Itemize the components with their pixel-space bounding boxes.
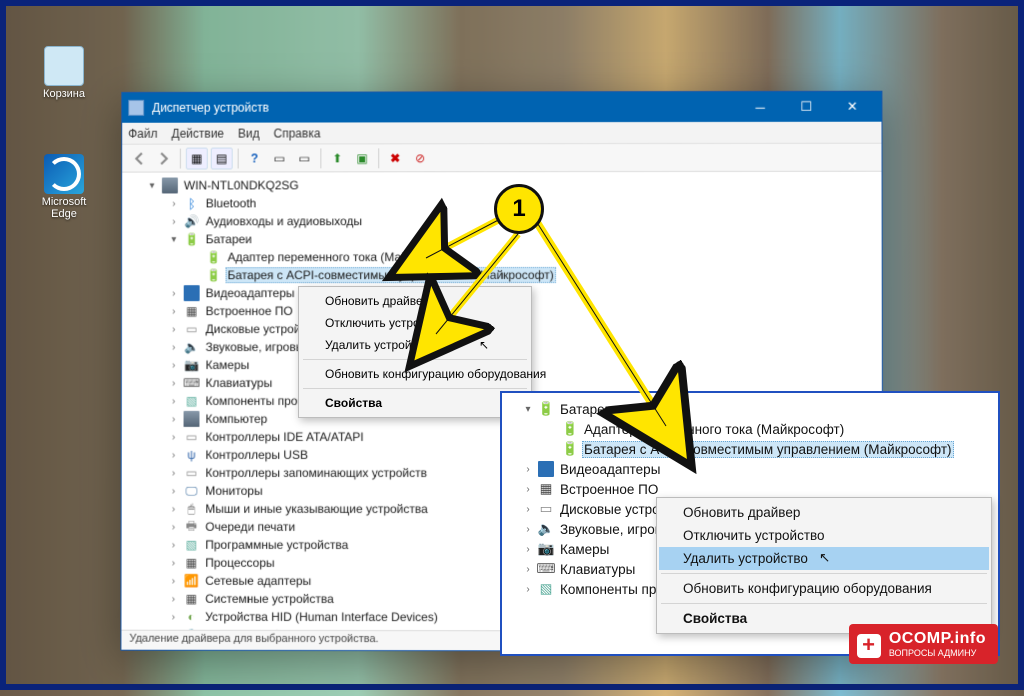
uninstall-icon[interactable]: ✖	[384, 147, 406, 169]
overlay-panel: ▾🔋Батареи 🔋Адаптер переменного тока (Май…	[500, 391, 1000, 656]
battery-icon: 🔋	[562, 421, 578, 437]
watermark: + OCOMP.info ВОПРОСЫ АДМИНУ	[849, 624, 998, 664]
tree-item-acpi-battery[interactable]: 🔋Батарея с ACPI-совместимым управлением …	[506, 439, 998, 459]
battery-icon: 🔋	[206, 249, 222, 265]
battery-icon: 🔋	[184, 231, 200, 247]
computer-icon	[184, 411, 200, 427]
edge-icon	[44, 154, 84, 194]
cpu-icon: ▦	[183, 555, 199, 571]
keyboard-icon: ⌨	[184, 375, 200, 391]
titlebar[interactable]: Диспетчер устройств ─ ☐ ✕	[122, 92, 881, 123]
toolbar-icon[interactable]: ▭	[293, 147, 315, 169]
desktop-icon-recycle-bin[interactable]: Корзина	[28, 46, 100, 100]
cursor-icon: ↖	[479, 338, 489, 352]
minimize-button[interactable]: ─	[737, 92, 783, 122]
help-icon[interactable]: ?	[244, 147, 266, 169]
tree-item-batteries[interactable]: ▾🔋Батареи	[124, 230, 880, 249]
audio-icon: 🔊	[184, 213, 200, 229]
hid-icon: ◐	[183, 609, 199, 625]
ide-icon: ▭	[184, 429, 200, 445]
sound-icon: 🔈	[184, 339, 200, 355]
context-menu: Обновить драйвер Отключить устройство Уд…	[298, 286, 532, 418]
watermark-main: OCOMP.info	[889, 630, 986, 647]
software-icon: ▧	[184, 393, 200, 409]
menu-item-scan-hardware[interactable]: Обновить конфигурацию оборудования	[659, 577, 989, 600]
bluetooth-icon: ᛒ	[184, 195, 200, 211]
plus-icon: +	[857, 634, 881, 658]
keyboard-icon: ⌨	[538, 561, 554, 577]
disk-icon: ▭	[184, 321, 200, 337]
update-driver-icon[interactable]: ⬆	[326, 147, 348, 169]
storage-icon: ▭	[183, 465, 199, 481]
disable-icon[interactable]: ⊘	[409, 147, 431, 169]
maximize-button[interactable]: ☐	[783, 92, 829, 122]
tree-item-firmware[interactable]: ›▦Встроенное ПО	[506, 479, 998, 499]
computer-icon	[162, 178, 178, 194]
network-icon: 📶	[183, 573, 199, 589]
tree-item-acpi-battery[interactable]: 🔋Батарея с ACPI-совместимым управлением …	[124, 266, 880, 284]
callout-badge: 1	[494, 184, 544, 234]
sound-icon: 🔈	[538, 521, 554, 537]
usb-icon: ψ	[183, 447, 199, 463]
toolbar-icon[interactable]: ▦	[186, 147, 208, 169]
window-title: Диспетчер устройств	[152, 100, 737, 115]
back-button[interactable]	[128, 147, 150, 169]
toolbar: ▦ ▤ ? ▭ ▭ ⬆ ▣ ✖ ⊘	[122, 144, 881, 173]
battery-icon: 🔋	[206, 267, 222, 283]
menu-item-disable-device[interactable]: Отключить устройство	[659, 524, 989, 547]
battery-icon: 🔋	[562, 441, 578, 457]
display-adapter-icon	[538, 461, 554, 477]
battery-icon: 🔋	[538, 401, 554, 417]
cursor-icon: ↖	[819, 550, 830, 566]
mouse-icon: 🖱	[183, 501, 199, 517]
menu-help[interactable]: Справка	[274, 126, 321, 140]
close-button[interactable]: ✕	[829, 92, 875, 122]
menu-item-properties[interactable]: Свойства	[301, 392, 529, 414]
display-adapter-icon	[184, 285, 200, 301]
menu-item-update-driver[interactable]: Обновить драйвер	[301, 290, 529, 312]
firmware-icon: ▦	[184, 303, 200, 319]
camera-icon: 📷	[538, 541, 554, 557]
menu-item-update-driver[interactable]: Обновить драйвер	[659, 501, 989, 524]
menu-file[interactable]: Файл	[128, 126, 157, 140]
toolbar-icon[interactable]: ▭	[269, 147, 291, 169]
menu-action[interactable]: Действие	[171, 126, 224, 140]
tree-item-ac-adapter[interactable]: 🔋Адаптер переменного тока (Майкрософт)	[506, 419, 998, 439]
tree-item-video[interactable]: ›Видеоадаптеры	[506, 459, 998, 479]
menu-item-remove-device[interactable]: Удалить устройство↖	[659, 547, 989, 570]
menu-item-disable-device[interactable]: Отключить устройство	[301, 312, 529, 334]
desktop-icon-label: Корзина	[43, 88, 85, 100]
system-icon: ▦	[183, 591, 199, 607]
disk-icon: ▭	[538, 501, 554, 517]
toolbar-icon[interactable]: ▤	[211, 147, 233, 169]
context-menu-overlay: Обновить драйвер Отключить устройство Уд…	[656, 497, 992, 634]
monitor-icon: 🖵	[183, 483, 199, 499]
menu-bar: Файл Действие Вид Справка	[122, 122, 881, 145]
menu-item-scan-hardware[interactable]: Обновить конфигурацию оборудования	[301, 363, 529, 385]
firmware-icon: ▦	[538, 481, 554, 497]
recycle-bin-icon	[44, 46, 84, 86]
software-device-icon: ▧	[183, 537, 199, 553]
scan-hardware-icon[interactable]: ▣	[351, 147, 373, 169]
tree-item-batteries[interactable]: ▾🔋Батареи	[506, 399, 998, 419]
tree-item-ac-adapter[interactable]: 🔋Адаптер переменного тока (Майкрософт)	[124, 248, 880, 266]
menu-item-remove-device[interactable]: Удалить устройство↖	[301, 334, 529, 356]
desktop-icon-label: Microsoft Edge	[42, 196, 87, 220]
printer-icon: 🖶	[183, 519, 199, 535]
menu-view[interactable]: Вид	[238, 126, 260, 140]
forward-button[interactable]	[153, 147, 175, 169]
watermark-sub: ВОПРОСЫ АДМИНУ	[889, 648, 986, 658]
software-icon: ▧	[538, 581, 554, 597]
camera-icon: 📷	[184, 357, 200, 373]
window-icon	[128, 100, 144, 116]
desktop-icon-edge[interactable]: Microsoft Edge	[28, 154, 100, 220]
